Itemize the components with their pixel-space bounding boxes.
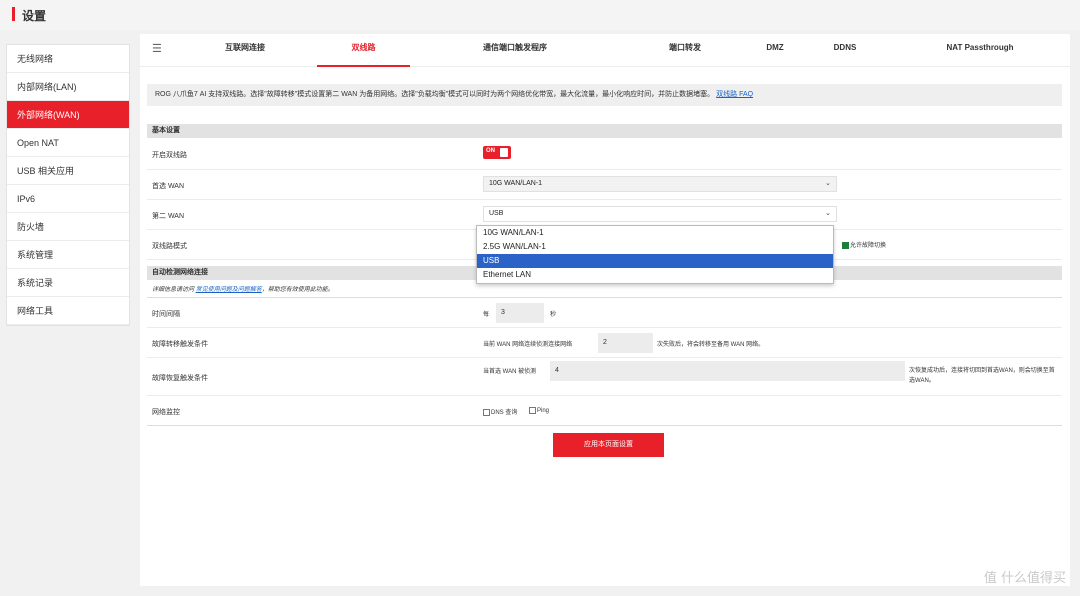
- faq-help-link[interactable]: 常见使用问题及问题解答: [196, 287, 262, 293]
- basic-settings-header: 基本设置: [147, 124, 1062, 138]
- main-panel: ☰ 互联网连接 双线路 通信端口触发程序 端口转发 DMZ DDNS NAT P…: [140, 34, 1070, 586]
- failover-row: 故障转移触发条件 当前 WAN 网络连续侦测连接网络 2 次失败后，将会转移至备…: [147, 328, 1062, 358]
- sidebar-item-syslog[interactable]: 系统记录: [7, 269, 129, 297]
- dropdown-option[interactable]: 2.5G WAN/LAN-1: [477, 240, 833, 254]
- page-title: 设置: [22, 9, 47, 23]
- ping-option[interactable]: Ping: [529, 407, 549, 414]
- failback-row: 故障恢复触发条件 当首选 WAN 被侦测 4 次恢复成功后，连接将切回到首选WA…: [147, 358, 1062, 396]
- sidebar-item-open-nat[interactable]: Open NAT: [7, 129, 129, 157]
- interval-unit: 秒: [550, 312, 557, 318]
- failback-input[interactable]: 4: [550, 361, 905, 381]
- toggle-on-text: ON: [486, 148, 495, 154]
- failback-text1: 当首选 WAN 被侦测: [483, 369, 537, 375]
- secondary-wan-value: USB: [489, 210, 504, 217]
- sidebar-item-firewall[interactable]: 防火墙: [7, 213, 129, 241]
- desc-prefix: 详细信息请访问: [152, 287, 195, 293]
- title-accent-bar: [12, 7, 15, 21]
- primary-wan-value: 10G WAN/LAN-1: [489, 180, 543, 187]
- tab-nat-passthrough[interactable]: NAT Passthrough: [930, 34, 1030, 65]
- apply-button[interactable]: 应用本页面设置: [553, 433, 664, 457]
- interval-label: 时间间隔: [152, 311, 180, 318]
- failover-text1: 当前 WAN 网络连续侦测连接网络: [483, 342, 573, 348]
- tab-port-forward[interactable]: 端口转发: [650, 34, 720, 65]
- failover-text2: 次失败后，将会转移至备用 WAN 网络。: [657, 342, 765, 348]
- tab-bar: ☰ 互联网连接 双线路 通信端口触发程序 端口转发 DMZ DDNS NAT P…: [140, 34, 1070, 67]
- checkbox-checked-icon[interactable]: [842, 241, 849, 249]
- faq-link[interactable]: 双线路 FAQ: [716, 91, 753, 98]
- interval-input[interactable]: 3: [496, 303, 544, 323]
- network-monitor-label: 网络监控: [152, 409, 180, 416]
- chevron-down-icon: ⌄: [825, 180, 831, 187]
- sidebar: 无线网络 内部网络(LAN) 外部网络(WAN) Open NAT USB 相关…: [6, 44, 130, 326]
- sidebar-item-lan[interactable]: 内部网络(LAN): [7, 73, 129, 101]
- secondary-wan-select[interactable]: USB ⌄: [483, 206, 837, 222]
- watermark: 值 什么值得买: [983, 571, 1066, 586]
- allow-failback-label: 允许故障切换: [850, 243, 887, 249]
- dual-wan-label: 开启双线路: [152, 152, 187, 159]
- desc-suffix: ，帮助您有效使用此功能。: [261, 287, 334, 293]
- sidebar-item-wireless[interactable]: 无线网络: [7, 45, 129, 73]
- sidebar-item-wan[interactable]: 外部网络(WAN): [7, 101, 129, 129]
- dual-wan-notice: ROG 八爪鱼7 AI 支持双线路。选择"故障转移"模式设置第二 WAN 为备用…: [147, 84, 1062, 106]
- interval-prefix: 每: [483, 312, 490, 318]
- secondary-wan-dropdown[interactable]: 10G WAN/LAN-1 2.5G WAN/LAN-1 USB Etherne…: [476, 225, 834, 284]
- primary-wan-row: 首选 WAN 10G WAN/LAN-1 ⌄: [147, 170, 1062, 200]
- auto-detect-desc: 详细信息请访问 常见使用问题及问题解答，帮助您有效使用此功能。: [152, 284, 334, 293]
- checkbox-icon[interactable]: [483, 408, 490, 416]
- sidebar-item-network-tools[interactable]: 网络工具: [7, 297, 129, 325]
- dns-query-option[interactable]: DNS 查询: [483, 407, 517, 416]
- tab-ddns[interactable]: DDNS: [825, 34, 865, 65]
- dual-wan-mode-label: 双线路模式: [152, 243, 187, 250]
- notice-text: ROG 八爪鱼7 AI 支持双线路。选择"故障转移"模式设置第二 WAN 为备用…: [155, 91, 715, 98]
- chevron-down-icon: ⌄: [825, 210, 831, 217]
- failback-trigger-label: 故障恢复触发条件: [152, 375, 208, 382]
- dropdown-option[interactable]: Ethernet LAN: [477, 268, 833, 282]
- allow-failback-option[interactable]: 允许故障切换: [842, 240, 886, 249]
- tab-internet[interactable]: 互联网连接: [205, 34, 285, 65]
- failover-input[interactable]: 2: [598, 333, 653, 353]
- checkbox-icon[interactable]: [529, 407, 536, 414]
- top-bar: 设置: [0, 0, 1080, 30]
- toggle-knob: [500, 148, 508, 157]
- sidebar-item-ipv6[interactable]: IPv6: [7, 185, 129, 213]
- dropdown-option-selected[interactable]: USB: [477, 254, 833, 268]
- sidebar-item-admin[interactable]: 系统管理: [7, 241, 129, 269]
- sidebar-item-usb[interactable]: USB 相关应用: [7, 157, 129, 185]
- failback-text2: 次恢复成功后，连接将切回到首选WAN，则会切换至首选WAN。: [909, 368, 1055, 384]
- dns-query-label: DNS 查询: [491, 410, 518, 416]
- tab-port-trigger[interactable]: 通信端口触发程序: [460, 34, 570, 65]
- failover-label: 故障转移触发条件: [152, 341, 208, 348]
- interval-row: 时间间隔 每 3 秒: [147, 298, 1062, 328]
- dual-wan-toggle[interactable]: ON: [483, 146, 511, 159]
- ping-label: Ping: [537, 408, 550, 415]
- tab-dual-wan[interactable]: 双线路: [317, 34, 410, 67]
- primary-wan-label: 首选 WAN: [152, 183, 185, 190]
- dropdown-option[interactable]: 10G WAN/LAN-1: [477, 226, 833, 240]
- list-menu-icon[interactable]: ☰: [152, 42, 162, 55]
- tab-dmz[interactable]: DMZ: [755, 34, 795, 65]
- secondary-wan-label: 第二 WAN: [152, 213, 185, 220]
- network-monitor-row: 网络监控 DNS 查询 Ping: [147, 396, 1062, 426]
- dual-wan-toggle-row: 开启双线路 ON: [147, 138, 1062, 170]
- primary-wan-select[interactable]: 10G WAN/LAN-1 ⌄: [483, 176, 837, 192]
